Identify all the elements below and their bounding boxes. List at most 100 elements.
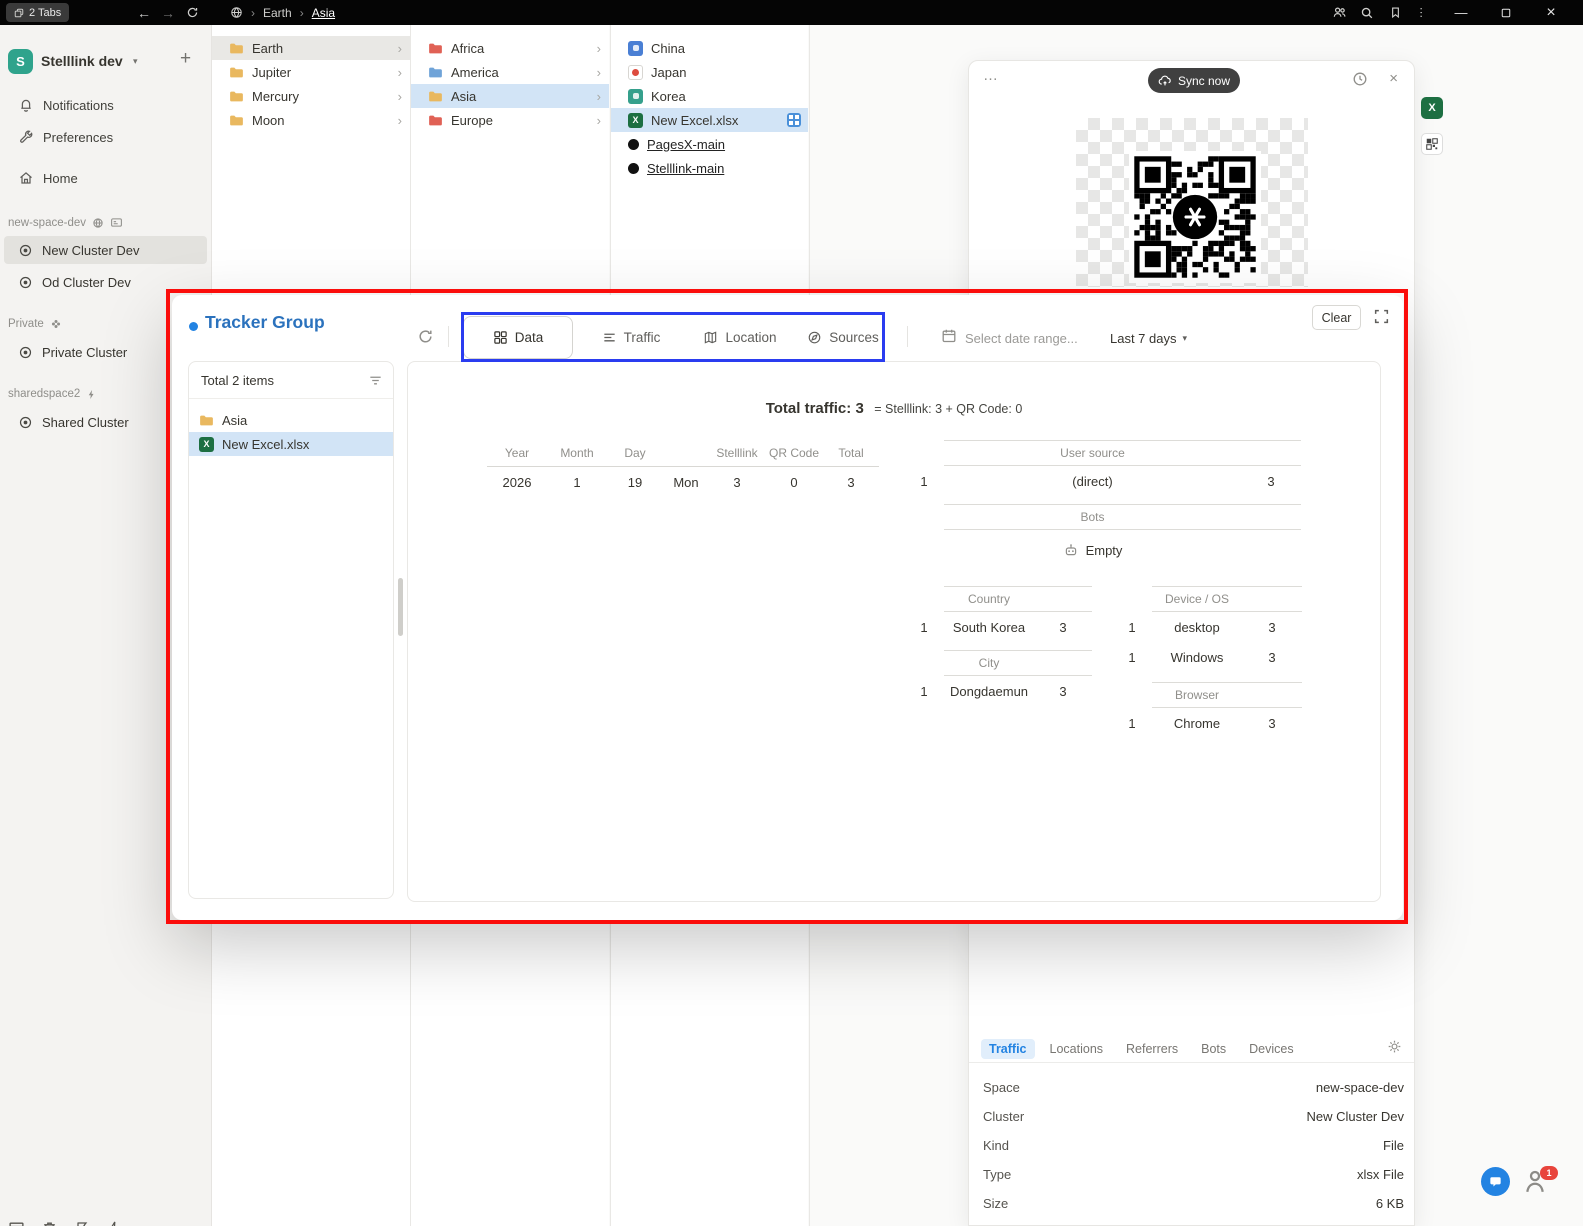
history-clock-icon[interactable] [1352, 71, 1368, 87]
folder-row-asia[interactable]: Asia › [411, 84, 609, 108]
cell-count: 1 [920, 683, 928, 699]
file-row-new-excel[interactable]: X New Excel.xlsx [611, 108, 808, 132]
maximize-button[interactable] [1491, 0, 1521, 25]
folder-row-jupiter[interactable]: Jupiter › [212, 60, 410, 84]
chat-bubble-button[interactable] [1481, 1167, 1510, 1196]
cell-value: 3 [1268, 715, 1276, 731]
tabs-button[interactable]: 2 Tabs [6, 3, 70, 22]
search-icon[interactable] [1355, 0, 1379, 25]
add-button[interactable]: + [180, 48, 191, 70]
grid-icon [493, 330, 508, 345]
tabs-icon [14, 8, 24, 18]
device-row: 1 desktop 3 [1112, 612, 1302, 642]
card-icon[interactable] [110, 216, 123, 229]
chevron-down-icon[interactable]: ▾ [133, 56, 138, 67]
breadcrumb-item-asia[interactable]: Asia [312, 6, 335, 20]
property-value: xlsx File [1357, 1167, 1404, 1182]
file-row-japan[interactable]: Japan [611, 60, 808, 84]
people-icon[interactable] [1327, 0, 1351, 25]
tabs-button-label: 2 Tabs [29, 6, 62, 19]
file-row-china[interactable]: China [611, 36, 808, 60]
lightning-icon[interactable] [86, 389, 97, 400]
panel-tab-bots[interactable]: Bots [1193, 1039, 1234, 1059]
excel-quick-button[interactable]: X [1421, 97, 1443, 119]
folder-row-earth[interactable]: Earth › [212, 36, 410, 60]
chevron-right-icon: › [397, 88, 402, 104]
modal-tab-data[interactable]: Data [463, 316, 573, 359]
flower-icon[interactable] [50, 318, 62, 330]
scrollbar-thumb[interactable] [398, 578, 403, 636]
trash-icon[interactable] [41, 1220, 58, 1226]
close-window-button[interactable]: × [1536, 0, 1566, 25]
panel-tab-traffic[interactable]: Traffic [981, 1039, 1035, 1059]
file-label: China [651, 40, 685, 56]
folder-row-africa[interactable]: Africa › [411, 36, 609, 60]
qr-quick-button[interactable] [1421, 133, 1443, 155]
sidebar-item-notifications[interactable]: Notifications [0, 90, 211, 120]
panel-tab-referrers[interactable]: Referrers [1118, 1039, 1186, 1059]
sidebar-item-home[interactable]: Home [0, 163, 211, 193]
col-header: Total [838, 446, 864, 460]
clear-button[interactable]: Clear [1312, 305, 1361, 330]
list-item-asia[interactable]: Asia [189, 408, 393, 432]
list-item-label: Asia [222, 412, 248, 428]
japan-flag-icon [628, 64, 643, 80]
folder-row-europe[interactable]: Europe › [411, 108, 609, 132]
refresh-icon[interactable] [180, 0, 204, 25]
modal-tab-location[interactable]: Location [691, 316, 789, 359]
col-header: Year [504, 446, 530, 460]
tracker-badge-icon [787, 113, 801, 127]
bookmark-icon[interactable] [1383, 0, 1407, 25]
cloud-sync-icon [1158, 74, 1172, 88]
panel-tab-locations[interactable]: Locations [1042, 1039, 1112, 1059]
gear-icon[interactable] [1387, 1039, 1402, 1054]
link-row-pagesx-main[interactable]: PagesX-main [611, 132, 808, 156]
file-row-korea[interactable]: Korea [611, 84, 808, 108]
chevron-right-icon: › [596, 64, 601, 80]
folder-row-mercury[interactable]: Mercury › [212, 84, 410, 108]
date-range-input[interactable]: Select date range... [965, 331, 1078, 346]
modal-tab-traffic[interactable]: Traffic [586, 316, 676, 359]
refresh-icon[interactable] [417, 328, 434, 345]
date-preset-dropdown[interactable]: Last 7 days ▾ [1110, 331, 1187, 346]
flag-icon[interactable] [74, 1220, 90, 1226]
link-row-stelllink-main[interactable]: Stelllink-main [611, 156, 808, 180]
modal-tab-sources[interactable]: Sources [801, 316, 885, 359]
cell-value: 3 [1268, 619, 1276, 635]
globe-icon[interactable] [230, 6, 243, 19]
workspace-name[interactable]: Stelllink dev [41, 53, 123, 69]
tab-label: Traffic [623, 330, 661, 345]
sidebar-item-preferences[interactable]: Preferences [0, 122, 211, 152]
globe-icon[interactable] [92, 217, 104, 229]
branch-dot-icon [628, 138, 639, 150]
more-menu-icon[interactable]: … [1412, 0, 1436, 25]
file-label: Korea [651, 88, 686, 104]
cell-year: 2026 [502, 474, 532, 490]
panel-tab-devices[interactable]: Devices [1241, 1039, 1301, 1059]
back-icon[interactable]: ← [132, 0, 156, 25]
cell-value: 3 [1059, 619, 1067, 635]
tracker-item-list: Total 2 items Asia X New Excel.xlsx [188, 361, 394, 899]
section-header: Browser [1174, 688, 1219, 702]
minimize-button[interactable]: — [1446, 0, 1476, 25]
workspace-avatar[interactable]: S [8, 49, 33, 74]
user-source-row: 1 (direct) 3 [904, 466, 1301, 496]
close-panel-icon[interactable]: × [1389, 70, 1398, 87]
lightning-icon[interactable] [106, 1220, 122, 1226]
folder-row-america[interactable]: America › [411, 60, 609, 84]
list-item-label: New Excel.xlsx [222, 436, 310, 452]
sidebar-item-od-cluster-dev[interactable]: Od Cluster Dev [4, 268, 207, 296]
list-item-new-excel[interactable]: X New Excel.xlsx [189, 432, 393, 456]
folder-icon [429, 115, 442, 125]
sync-now-button[interactable]: Sync now [1148, 68, 1240, 93]
forward-icon[interactable]: → [156, 0, 180, 25]
fullscreen-icon[interactable] [1373, 308, 1390, 325]
archive-icon[interactable] [8, 1220, 25, 1226]
breadcrumb-item-earth[interactable]: Earth [263, 6, 292, 20]
sidebar-item-new-cluster-dev[interactable]: New Cluster Dev [4, 236, 207, 264]
panel-more-icon[interactable]: … [983, 67, 999, 84]
cell-count: 1 [1128, 649, 1136, 665]
calendar-icon[interactable] [941, 328, 957, 344]
filter-list-icon[interactable] [368, 373, 383, 388]
folder-row-moon[interactable]: Moon › [212, 108, 410, 132]
